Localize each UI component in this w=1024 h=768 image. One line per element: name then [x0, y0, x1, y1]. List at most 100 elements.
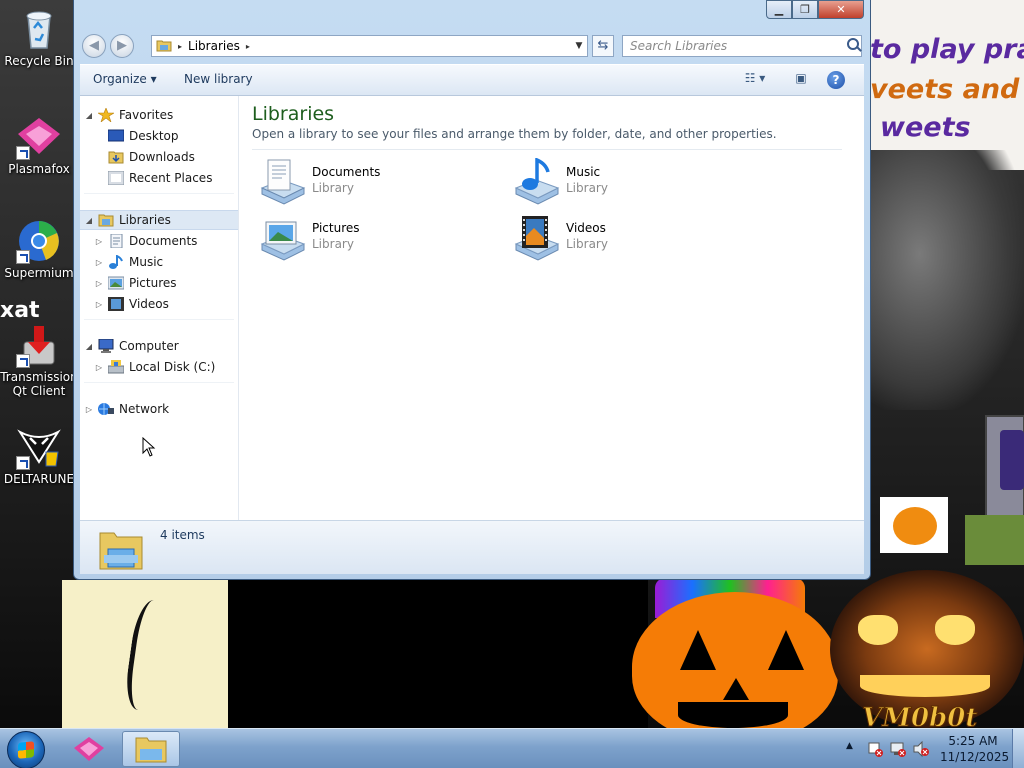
deltarune-icon: [16, 424, 62, 470]
expand-arrow-icon[interactable]: ◢: [84, 216, 94, 225]
close-button[interactable]: ✕: [818, 0, 864, 19]
libraries-folder-icon: [156, 38, 172, 55]
start-button[interactable]: [7, 731, 45, 768]
taskbar-plasmafox[interactable]: [60, 731, 118, 767]
wallpaper-text-line1: to play pra: [870, 34, 1024, 65]
downloads-folder-icon: [108, 150, 124, 164]
videos-library-icon: [512, 214, 560, 262]
address-bar[interactable]: ▸ Libraries ▸ ▼: [151, 35, 588, 57]
volume-muted-icon[interactable]: [913, 741, 929, 757]
plasmafox-icon: [16, 114, 62, 160]
system-clock[interactable]: 5:25 AM 11/12/2025: [940, 733, 1010, 765]
library-item-type: Library: [312, 181, 354, 195]
show-desktop-button[interactable]: [1012, 729, 1024, 768]
change-view-button[interactable]: ☷ ▾: [737, 71, 773, 91]
expand-arrow-icon[interactable]: ▷: [94, 300, 104, 309]
music-library-icon: [512, 157, 560, 206]
nav-network[interactable]: ▷ Network: [80, 399, 238, 419]
back-button[interactable]: ◀: [82, 34, 106, 58]
desktop-icon-recycle-bin[interactable]: Recycle Bin: [0, 6, 78, 68]
mouse-cursor-icon: [142, 437, 156, 457]
search-input[interactable]: Search Libraries: [622, 35, 862, 57]
windows-explorer-icon: [135, 737, 167, 763]
desktop-icon-plasmafox[interactable]: Plasmafox: [0, 114, 78, 176]
nav-libraries-label: Libraries: [119, 213, 171, 227]
library-item-music[interactable]: Music Library: [512, 157, 732, 208]
nav-music-label: Music: [129, 255, 164, 269]
taskbar: ▲ 5:25 AM 11/12/2025: [0, 728, 1024, 768]
network-icon: [98, 402, 114, 416]
wallpaper-text-line2: veets and i: [870, 74, 1024, 105]
wallpaper-grave-panel: [1000, 430, 1024, 490]
library-item-documents[interactable]: Documents Library: [258, 158, 478, 208]
page-description: Open a library to see your files and arr…: [252, 127, 777, 141]
refresh-button[interactable]: ⇆: [592, 35, 614, 57]
explorer-content: ◢ Favorites Desktop Downloads Recent Pla…: [80, 96, 864, 520]
item-count: 4 items: [160, 528, 205, 542]
breadcrumb-libraries[interactable]: Libraries: [188, 39, 240, 53]
minimize-button[interactable]: ▁: [766, 0, 792, 19]
action-center-icon[interactable]: [867, 741, 883, 757]
expand-arrow-icon[interactable]: ▷: [84, 405, 94, 414]
library-item-name: Music: [566, 165, 601, 179]
library-item-type: Library: [566, 181, 608, 195]
help-button[interactable]: ?: [827, 71, 847, 91]
desktop-icon-label: DELTARUNE: [3, 472, 75, 486]
desktop-icon-transmission[interactable]: Transmission Qt Client: [0, 322, 78, 398]
transmission-icon: [16, 322, 62, 368]
wallpaper-glow-eye-left: [858, 615, 898, 645]
library-item-type: Library: [312, 237, 354, 251]
nav-recent-places[interactable]: Recent Places: [80, 168, 238, 188]
address-bar-row: ◀ ▶ ▸ Libraries ▸ ▼ ⇆ Search Libraries: [82, 32, 862, 60]
library-item-name: Videos: [566, 221, 606, 235]
nav-favorites[interactable]: ◢ Favorites: [80, 105, 238, 125]
expand-arrow-icon[interactable]: ◢: [84, 342, 94, 351]
desktop-icon-supermium[interactable]: Supermium: [0, 218, 78, 280]
new-library-button[interactable]: New library: [184, 72, 253, 86]
address-dropdown-icon[interactable]: ▼: [571, 36, 587, 56]
nav-desktop[interactable]: Desktop: [80, 126, 238, 146]
library-item-pictures[interactable]: Pictures Library: [258, 214, 478, 264]
nav-pictures[interactable]: ▷ Pictures: [80, 273, 238, 293]
taskbar-windows-explorer[interactable]: [122, 731, 180, 767]
search-icon[interactable]: [847, 38, 859, 50]
nav-documents[interactable]: ▷ Documents: [80, 231, 238, 251]
nav-pictures-label: Pictures: [129, 276, 177, 290]
expand-arrow-icon[interactable]: ▷: [94, 258, 104, 267]
expand-arrow-icon[interactable]: ▷: [94, 363, 104, 372]
maximize-button[interactable]: ❐: [792, 0, 818, 19]
expand-arrow-icon[interactable]: ▷: [94, 237, 104, 246]
show-hidden-icons-button[interactable]: ▲: [846, 741, 853, 751]
supermium-icon: [16, 218, 62, 264]
music-icon: [108, 254, 124, 269]
nav-recent-places-label: Recent Places: [129, 171, 213, 185]
nav-network-label: Network: [119, 402, 170, 416]
breadcrumb-chevron[interactable]: ▸: [246, 42, 250, 51]
preview-pane-button[interactable]: ▣: [791, 71, 811, 91]
nav-downloads[interactable]: Downloads: [80, 147, 238, 167]
window-caption-buttons: ▁ ❐ ✕: [766, 0, 864, 19]
computer-icon: [98, 338, 114, 353]
expand-arrow-icon[interactable]: ▷: [94, 279, 104, 288]
library-item-videos[interactable]: Videos Library: [512, 214, 732, 264]
nav-videos[interactable]: ▷ Videos: [80, 294, 238, 314]
organize-button[interactable]: Organize ▾: [93, 72, 157, 86]
network-status-icon[interactable]: [890, 741, 906, 757]
nav-computer[interactable]: ◢ Computer: [80, 336, 238, 356]
nav-favorites-label: Favorites: [119, 108, 174, 122]
expand-arrow-icon[interactable]: ◢: [84, 111, 94, 120]
nav-music[interactable]: ▷ Music: [80, 252, 238, 272]
desktop-icon-label: Recycle Bin: [4, 54, 74, 68]
library-pane: Libraries Open a library to see your fil…: [252, 96, 864, 520]
clock-date: 11/12/2025: [940, 750, 1010, 764]
libraries-large-icon: [98, 525, 144, 574]
nav-documents-label: Documents: [129, 234, 198, 248]
library-item-name: Pictures: [312, 221, 360, 235]
forward-button[interactable]: ▶: [110, 34, 134, 58]
shortcut-arrow-icon: [16, 456, 30, 470]
nav-local-disk[interactable]: ▷ Local Disk (C:): [80, 357, 238, 377]
nav-libraries[interactable]: ◢ Libraries: [80, 210, 238, 230]
view-options-icon: ☷ ▾: [744, 71, 766, 85]
breadcrumb-separator: ▸: [178, 41, 183, 51]
desktop-icon-deltarune[interactable]: DELTARUNE: [0, 424, 78, 486]
